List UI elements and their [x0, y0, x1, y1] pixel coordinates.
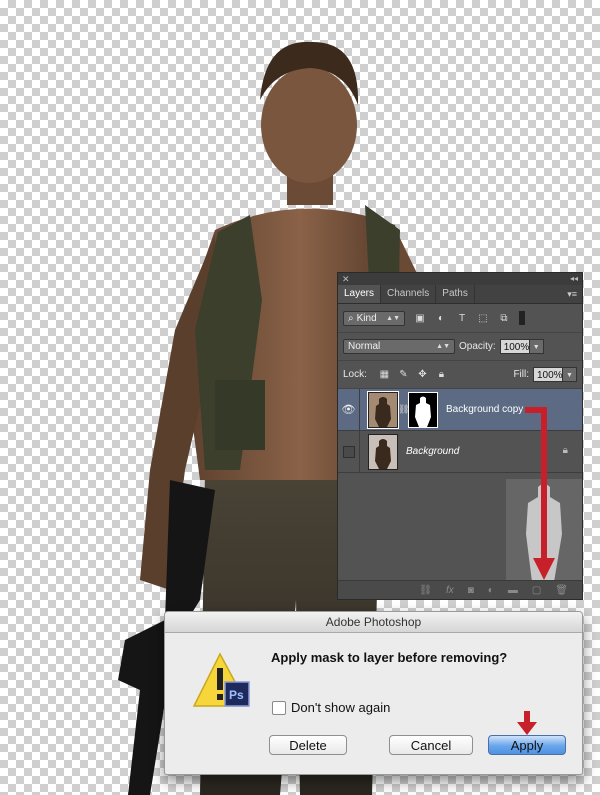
layer-lock-icon: 🔒︎	[562, 445, 568, 456]
image-filter-icon[interactable]: ▣	[414, 312, 426, 324]
fx-icon[interactable]: fx	[446, 585, 454, 596]
dialog-message: Apply mask to layer before removing?	[271, 650, 508, 665]
kind-filter-select[interactable]: ⌕ Kind ▲▼	[343, 310, 405, 326]
close-icon[interactable]: ✕	[342, 273, 350, 285]
shape-filter-icon[interactable]: ⬚	[477, 312, 489, 324]
panel-titlebar: ✕ ◂◂	[338, 273, 582, 285]
opacity-dropdown-icon[interactable]: ▼	[529, 339, 544, 354]
layer-mask-thumbnail[interactable]	[408, 391, 438, 428]
adjustment-layer-icon[interactable]: ◐	[488, 585, 494, 596]
lock-all-icon[interactable]: 🔒︎	[436, 369, 447, 380]
apply-button[interactable]: Apply	[488, 735, 566, 755]
lock-label: Lock:	[343, 369, 367, 380]
opacity-input[interactable]: 100%	[499, 339, 530, 354]
layer-thumbnail	[368, 433, 398, 470]
tab-channels[interactable]: Channels	[381, 285, 437, 303]
blend-mode-select[interactable]: Normal ▲▼	[343, 339, 455, 354]
ps-badge-text: Ps	[229, 688, 244, 702]
smart-object-filter-icon[interactable]: ⧉	[498, 312, 510, 324]
mask-link-icon[interactable]: ⛓	[398, 404, 409, 415]
tab-paths[interactable]: Paths	[436, 285, 475, 303]
blend-mode-value: Normal	[348, 341, 381, 352]
visibility-eye-icon[interactable]: 👁︎	[338, 388, 360, 431]
dialog-title: Adobe Photoshop	[165, 612, 582, 633]
opacity-label: Opacity:	[459, 341, 496, 352]
stepper-icon: ▲▼	[386, 314, 400, 322]
type-filter-icon[interactable]: T	[456, 312, 468, 324]
lock-image-icon[interactable]: ✎	[398, 369, 409, 380]
tab-layers[interactable]: Layers	[338, 285, 382, 303]
panel-tabs: Layers Channels Paths ▾≡	[338, 285, 582, 304]
fill-dropdown-icon[interactable]: ▼	[563, 367, 577, 382]
search-icon: ⌕	[348, 312, 354, 324]
add-mask-icon[interactable]: ◙	[468, 585, 474, 596]
panel-menu-icon[interactable]: ▾≡	[567, 285, 577, 303]
kind-filter-label: Kind	[356, 312, 377, 324]
dont-show-again-checkbox[interactable]: Don't show again	[272, 700, 390, 715]
layer-name[interactable]: Background copy	[446, 404, 523, 415]
checkbox-label[interactable]: Don't show again	[291, 700, 390, 715]
layer-thumbnail	[367, 390, 399, 429]
annotation-arrow-to-apply	[517, 711, 537, 735]
collapse-icon[interactable]: ◂◂	[570, 273, 578, 285]
lock-position-icon[interactable]: ✥	[417, 369, 428, 380]
delete-button[interactable]: Delete	[269, 735, 347, 755]
annotation-arrow-to-trash	[525, 407, 555, 580]
lock-transparent-icon[interactable]: ▦	[379, 369, 390, 380]
stepper-icon: ▲▼	[436, 343, 450, 350]
link-layers-icon[interactable]: ⛓	[419, 585, 432, 596]
visibility-toggle-empty[interactable]	[338, 430, 360, 473]
checkbox-box[interactable]	[272, 700, 286, 715]
blend-row: Normal ▲▼ Opacity: 100% ▼	[338, 333, 582, 361]
fill-input[interactable]: 100%	[533, 367, 563, 382]
filter-row: ⌕ Kind ▲▼ ▣ ◐ T ⬚ ⧉	[338, 304, 582, 333]
warning-icon: Ps	[192, 652, 250, 707]
layer-name[interactable]: Background	[406, 446, 459, 457]
adjustment-filter-icon[interactable]: ◐	[435, 312, 447, 324]
cancel-button[interactable]: Cancel	[389, 735, 473, 755]
apply-mask-dialog: Adobe Photoshop Ps Apply mask to layer b…	[164, 611, 583, 775]
new-group-icon[interactable]: ▬	[508, 585, 518, 596]
fill-label: Fill:	[513, 369, 529, 380]
lock-row: Lock: ▦ ✎ ✥ 🔒︎ Fill: 100% ▼	[338, 361, 582, 389]
filter-toggle-icon[interactable]	[519, 311, 525, 325]
